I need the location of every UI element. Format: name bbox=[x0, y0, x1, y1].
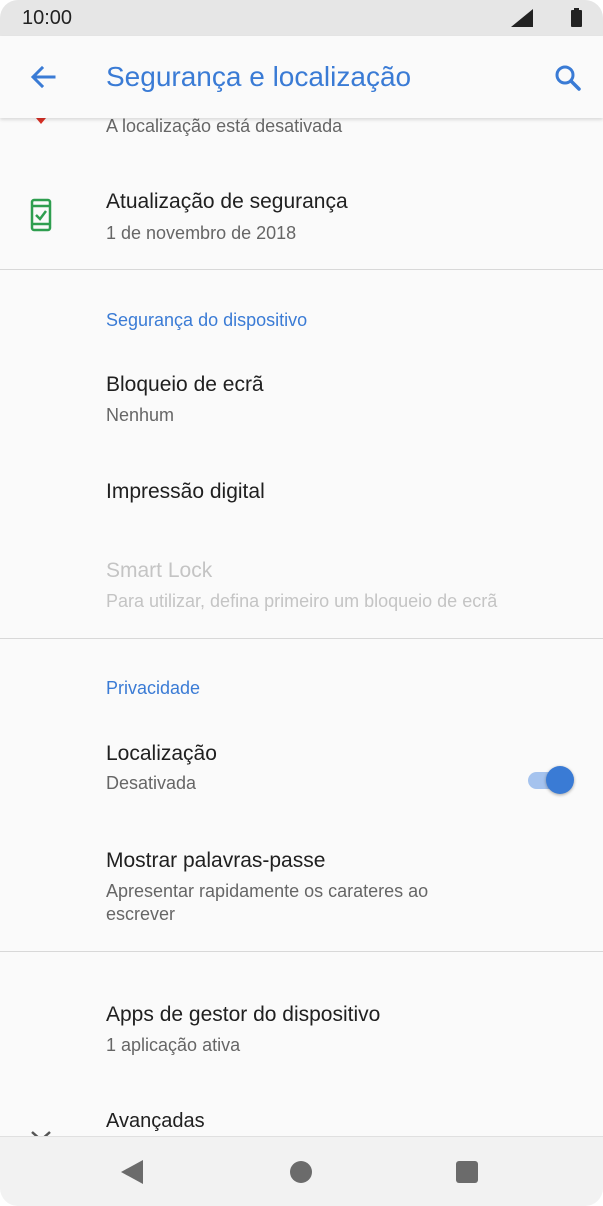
nav-back-icon[interactable] bbox=[121, 1160, 143, 1184]
device-admin-sub: 1 aplicação ativa bbox=[106, 1035, 241, 1055]
smart-lock-sub: Para utilizar, defina primeiro um bloque… bbox=[106, 591, 498, 611]
security-update-sub: 1 de novembro de 2018 bbox=[106, 223, 297, 243]
status-bar: 10:00 bbox=[0, 0, 603, 36]
status-time: 10:00 bbox=[22, 7, 73, 29]
security-update-title: Atualização de segurança bbox=[106, 190, 348, 213]
screen: 10:00 Segurança e localização A localiza… bbox=[0, 0, 603, 1206]
settings-list: A localização está desativada Atualizaçã… bbox=[0, 118, 603, 1136]
phone-check-icon bbox=[30, 198, 52, 232]
location-title: Localização bbox=[106, 742, 217, 765]
screen-lock-sub: Nenhum bbox=[106, 405, 175, 425]
back-arrow-icon bbox=[30, 65, 56, 89]
section-header-privacy: Privacidade bbox=[106, 678, 201, 698]
search-button[interactable] bbox=[550, 60, 586, 96]
section-header-device-security: Segurança do dispositivo bbox=[106, 310, 308, 330]
divider bbox=[0, 951, 603, 952]
nav-home-icon[interactable] bbox=[290, 1161, 312, 1183]
show-passwords-toggle[interactable] bbox=[526, 764, 576, 796]
location-warning-icon bbox=[36, 118, 46, 124]
show-passwords-sub-line1: Apresentar rapidamente os carateres ao bbox=[106, 881, 429, 901]
battery-icon bbox=[571, 8, 582, 27]
divider bbox=[0, 269, 603, 270]
device-admin-title: Apps de gestor do dispositivo bbox=[106, 1003, 381, 1026]
nav-recents-icon[interactable] bbox=[456, 1161, 478, 1183]
advanced-title: Avançadas bbox=[106, 1110, 205, 1132]
navigation-bar bbox=[0, 1136, 603, 1206]
back-button[interactable] bbox=[24, 60, 60, 96]
toggle-thumb bbox=[546, 766, 574, 794]
signal-icon bbox=[511, 9, 533, 27]
page-title: Segurança e localização bbox=[106, 61, 412, 92]
location-sub: Desativada bbox=[106, 773, 197, 793]
search-icon bbox=[555, 65, 581, 91]
show-passwords-sub-line2: escrever bbox=[106, 904, 176, 924]
show-passwords-title: Mostrar palavras-passe bbox=[106, 849, 326, 872]
screen-lock-title: Bloqueio de ecrã bbox=[106, 373, 264, 396]
fingerprint-title: Impressão digital bbox=[106, 480, 265, 503]
location-status-sub: A localização está desativada bbox=[106, 118, 343, 136]
app-bar: Segurança e localização bbox=[0, 36, 603, 118]
divider bbox=[0, 638, 603, 639]
smart-lock-title: Smart Lock bbox=[106, 559, 213, 582]
